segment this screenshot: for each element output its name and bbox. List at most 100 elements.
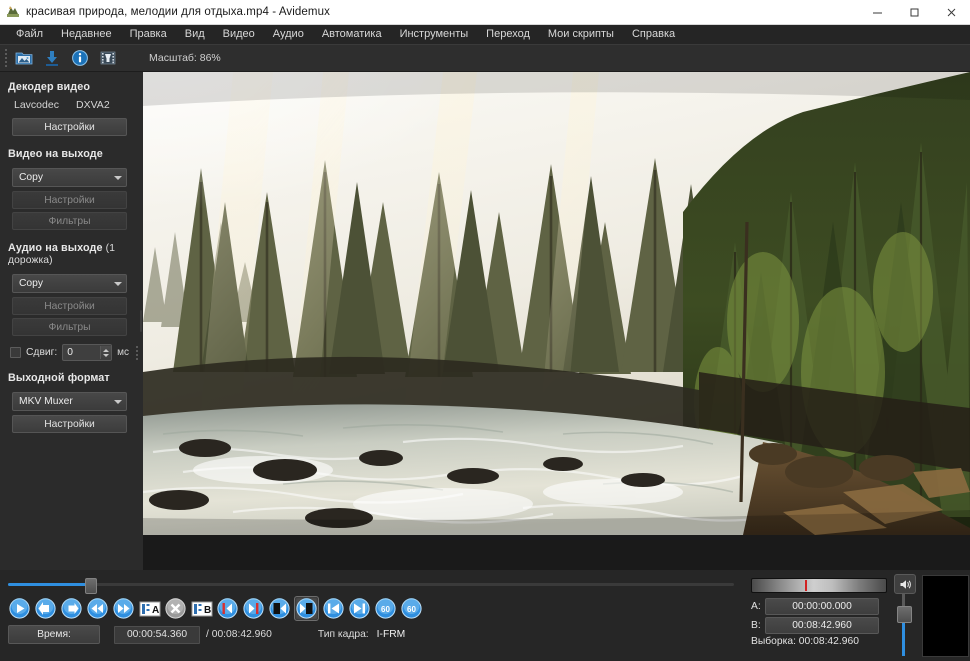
forward-button[interactable] (112, 597, 135, 620)
svg-text:60: 60 (381, 605, 390, 614)
audio-shift-row: Сдвиг: 0 мс (0, 339, 138, 363)
navigation-position-marker (805, 580, 807, 591)
menu-my-scripts[interactable]: Мои скрипты (539, 26, 623, 44)
video-configure-button[interactable]: Настройки (12, 191, 127, 209)
set-marker-b-button[interactable] (294, 596, 319, 621)
total-time-label: / 00:08:42.960 (206, 629, 272, 640)
marker-b-row: B: 00:08:42.960 (751, 617, 879, 634)
decoder-codec-mode: DXVA2 (76, 99, 110, 111)
muxer-select[interactable]: MKV Muxer (12, 392, 127, 411)
main-area: Декодер видео Lavcodec DXVA2 Настройки В… (0, 72, 970, 570)
next-intra-frame-button[interactable] (242, 597, 265, 620)
thumbnail-preview-panel (922, 575, 969, 657)
audio-filters-button[interactable]: Фильтры (12, 318, 127, 336)
go-to-marker-a-button[interactable]: A (138, 597, 161, 620)
go-to-end-button[interactable] (348, 597, 371, 620)
audio-shift-spin-buttons[interactable] (100, 346, 112, 359)
video-codec-value: Copy (19, 172, 44, 183)
menu-file[interactable]: Файл (7, 26, 52, 44)
player-bar: A B 60 60 Время: 00:00:54.360 / 00:08:42… (0, 570, 970, 661)
set-marker-a-button[interactable] (268, 597, 291, 620)
frame-type-value: I-FRM (376, 629, 406, 640)
timeline-slider[interactable] (8, 583, 734, 586)
forward-60-button[interactable]: 60 (400, 597, 423, 620)
go-to-start-button[interactable] (322, 597, 345, 620)
muxer-configure-button[interactable]: Настройки (12, 415, 127, 433)
timeline-progress (8, 583, 91, 586)
selection-duration-label: Выборка: 00:08:42.960 (751, 636, 859, 647)
decoder-codec-name: Lavcodec (14, 99, 59, 111)
volume-slider-handle[interactable] (897, 606, 912, 623)
chevron-down-icon (114, 281, 122, 286)
title-bar: красивая природа, мелодии для отдыха.mp4… (0, 0, 970, 25)
audio-shift-stepper[interactable]: 0 (62, 344, 113, 361)
player-right: A: 00:00:00.000 B: 00:08:42.960 Выборка:… (742, 570, 970, 661)
toolbar-grip[interactable] (2, 47, 10, 69)
menu-video[interactable]: Видео (214, 26, 264, 44)
go-to-marker-b-button[interactable]: B (190, 597, 213, 620)
marker-b-field[interactable]: 00:08:42.960 (765, 617, 879, 634)
navigation-meter[interactable] (751, 578, 887, 593)
audio-shift-checkbox[interactable] (10, 347, 21, 358)
audio-output-title: Аудио на выходе (1 дорожка) (0, 233, 138, 271)
video-frame (143, 72, 970, 535)
next-frame-button[interactable] (60, 597, 83, 620)
clear-markers-button[interactable] (164, 597, 187, 620)
configuration-sidebar: Декодер видео Lavcodec DXVA2 Настройки В… (0, 72, 138, 570)
menu-recent[interactable]: Недавнее (52, 26, 121, 44)
play-button[interactable] (8, 597, 31, 620)
avidemux-window: красивая природа, мелодии для отдыха.mp4… (0, 0, 970, 661)
previous-intra-frame-button[interactable] (216, 597, 239, 620)
marker-a-field[interactable]: 00:00:00.000 (765, 598, 879, 615)
previous-frame-button[interactable] (34, 597, 57, 620)
svg-text:60: 60 (407, 605, 416, 614)
save-file-icon[interactable] (39, 46, 65, 70)
time-button[interactable]: Время: (8, 625, 100, 644)
menu-bar: Файл Недавнее Правка Вид Видео Аудио Авт… (0, 25, 970, 44)
video-filters-button[interactable]: Фильтры (12, 212, 127, 230)
back-60-button[interactable]: 60 (374, 597, 397, 620)
info-icon[interactable] (67, 46, 93, 70)
speaker-icon[interactable] (894, 574, 916, 594)
audio-output-title-text: Аудио на выходе (8, 242, 103, 254)
chevron-down-icon (114, 175, 122, 180)
rewind-button[interactable] (86, 597, 109, 620)
audio-shift-label: Сдвиг: (26, 347, 58, 358)
video-decoder-title: Декодер видео (8, 81, 91, 93)
menu-help[interactable]: Справка (623, 26, 684, 44)
window-controls (859, 0, 970, 24)
decoder-configure-button[interactable]: Настройки (12, 118, 127, 136)
menu-goto[interactable]: Переход (477, 26, 539, 44)
svg-text:B: B (204, 605, 211, 616)
maximize-button[interactable] (896, 0, 933, 24)
audio-shift-unit: мс (117, 347, 129, 358)
menu-auto[interactable]: Автоматика (313, 26, 391, 44)
audio-codec-value: Copy (19, 278, 44, 289)
audio-codec-select[interactable]: Copy (12, 274, 127, 293)
chevron-down-icon (114, 399, 122, 404)
frame-type-label: Тип кадра: (317, 629, 369, 640)
main-toolbar: Масштаб: 86% (0, 44, 970, 72)
menu-view[interactable]: Вид (176, 26, 214, 44)
menu-edit[interactable]: Правка (121, 26, 176, 44)
muxer-value: MKV Muxer (19, 396, 73, 407)
video-preview-pane[interactable] (143, 72, 970, 570)
decoder-codec-row: Lavcodec DXVA2 (0, 98, 138, 116)
open-file-icon[interactable] (11, 46, 37, 70)
audio-configure-button[interactable]: Настройки (12, 297, 127, 315)
timeline-handle[interactable] (85, 578, 97, 594)
menu-tools[interactable]: Инструменты (391, 26, 478, 44)
audio-shift-value: 0 (67, 347, 74, 358)
menu-audio[interactable]: Аудио (264, 26, 313, 44)
filmstrip-icon[interactable] (95, 46, 121, 70)
close-button[interactable] (933, 0, 970, 24)
minimize-button[interactable] (859, 0, 896, 24)
zoom-level-label: Масштаб: 86% (149, 52, 221, 64)
video-codec-select[interactable]: Copy (12, 168, 127, 187)
output-format-title: Выходной формат (8, 372, 110, 384)
current-time-field[interactable]: 00:00:54.360 (114, 625, 200, 644)
svg-text:A: A (152, 605, 159, 616)
marker-a-label: A: (751, 601, 761, 612)
window-title: красивая природа, мелодии для отдыха.mp4… (26, 6, 330, 18)
app-icon (0, 0, 26, 24)
